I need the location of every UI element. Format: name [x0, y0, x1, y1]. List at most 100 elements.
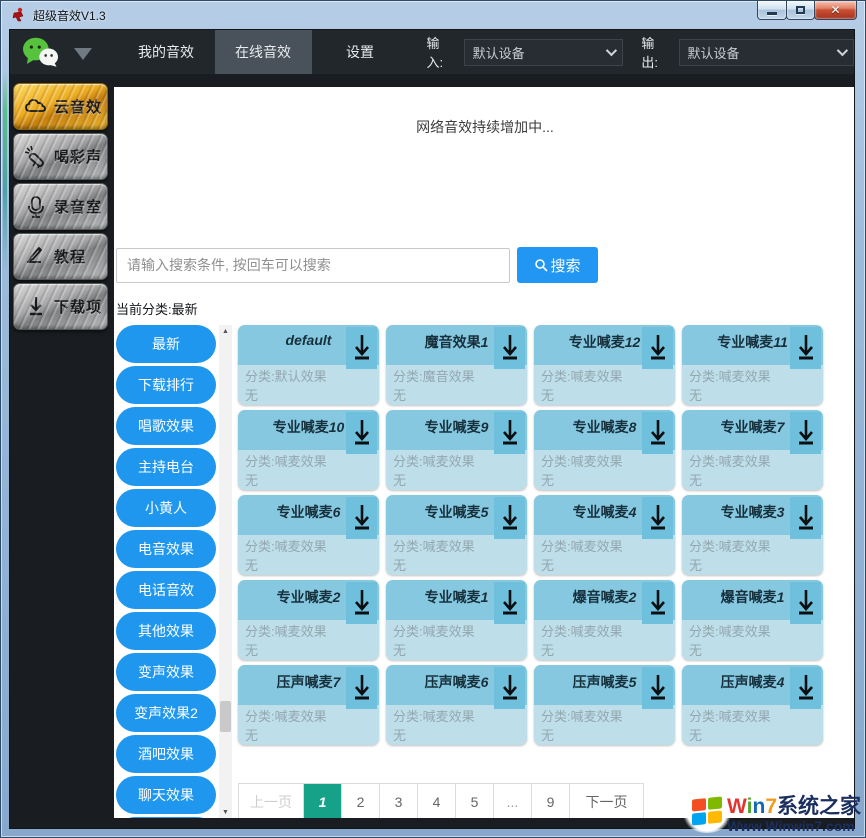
sound-card[interactable]: 魔音效果1分类:魔音效果无 [386, 325, 527, 405]
download-button[interactable] [642, 497, 673, 539]
scrollbar-thumb[interactable] [220, 701, 231, 732]
sidebar-button-1[interactable]: 喝彩声 [13, 133, 108, 180]
card-category: 分类:喊麦效果 [689, 707, 816, 726]
download-button[interactable] [790, 327, 821, 369]
chevron-down-icon [837, 45, 848, 56]
download-button[interactable] [494, 497, 525, 539]
maximize-button[interactable] [786, 1, 815, 20]
download-button[interactable] [346, 412, 377, 454]
sidebar-button-3[interactable]: 教程 [13, 233, 108, 280]
sound-card[interactable]: 压声喊麦4分类:喊麦效果无 [682, 665, 823, 745]
category-pill-6[interactable]: 电话音效 [116, 571, 216, 609]
download-button[interactable] [790, 412, 821, 454]
category-pill-partial[interactable] [116, 817, 216, 818]
category-scrollbar[interactable]: ▲ ▼ [219, 325, 232, 818]
pagination-page-4[interactable]: 4 [417, 784, 455, 818]
category-pill-1[interactable]: 下载排行 [116, 366, 216, 404]
category-pill-4[interactable]: 小黄人 [116, 489, 216, 527]
sound-card[interactable]: 专业喊麦9分类:喊麦效果无 [386, 410, 527, 490]
app-window: 超级音效V1.3 ✕ 我的音效在线音效设置 输入: [0, 0, 866, 838]
category-pill-0[interactable]: 最新 [116, 325, 216, 363]
download-button[interactable] [790, 497, 821, 539]
sidebar-button-4[interactable]: 下载项 [13, 283, 108, 330]
wechat-icon[interactable] [22, 36, 60, 68]
sound-card[interactable]: 专业喊麦8分类:喊麦效果无 [534, 410, 675, 490]
category-pill-5[interactable]: 电音效果 [116, 530, 216, 568]
download-icon [648, 333, 668, 363]
pagination-page-9[interactable]: 9 [531, 784, 569, 818]
pagination-page-1[interactable]: 1 [303, 784, 341, 818]
sidebar-button-label: 教程 [54, 246, 86, 267]
download-button[interactable] [790, 667, 821, 709]
download-button[interactable] [790, 582, 821, 624]
tab-1[interactable]: 在线音效 [215, 30, 312, 74]
sound-card[interactable]: 压声喊麦7分类:喊麦效果无 [238, 665, 379, 745]
pagination-page-5[interactable]: 5 [455, 784, 493, 818]
card-body: 分类:默认效果无 [238, 365, 379, 405]
sidebar-button-label: 喝彩声 [54, 146, 102, 167]
category-pill-7[interactable]: 其他效果 [116, 612, 216, 650]
scroll-up-icon[interactable]: ▲ [219, 325, 232, 337]
sound-card[interactable]: 专业喊麦4分类:喊麦效果无 [534, 495, 675, 575]
download-icon [352, 418, 372, 448]
category-pill-2[interactable]: 唱歌效果 [116, 407, 216, 445]
sound-card[interactable]: 压声喊麦6分类:喊麦效果无 [386, 665, 527, 745]
card-body: 分类:喊麦效果无 [386, 535, 527, 575]
download-icon [500, 418, 520, 448]
titlebar[interactable]: 超级音效V1.3 ✕ [1, 1, 865, 29]
pagination-next[interactable]: 下一页 [569, 784, 643, 818]
scroll-down-icon[interactable]: ▼ [219, 806, 232, 818]
sound-card[interactable]: 压声喊麦5分类:喊麦效果无 [534, 665, 675, 745]
sound-card[interactable]: 专业喊麦5分类:喊麦效果无 [386, 495, 527, 575]
download-button[interactable] [346, 582, 377, 624]
download-button[interactable] [642, 412, 673, 454]
sound-card[interactable]: 专业喊麦1分类:喊麦效果无 [386, 580, 527, 660]
tab-2[interactable]: 设置 [312, 30, 409, 74]
download-button[interactable] [494, 327, 525, 369]
card-extra: 无 [393, 556, 520, 575]
download-button[interactable] [642, 667, 673, 709]
download-button[interactable] [494, 582, 525, 624]
download-button[interactable] [346, 667, 377, 709]
sidebar-button-0[interactable]: 云音效 [13, 83, 108, 130]
sound-card[interactable]: 爆音喊麦1分类:喊麦效果无 [682, 580, 823, 660]
windows-flag-icon [681, 789, 733, 833]
pagination-page-3[interactable]: 3 [379, 784, 417, 818]
sound-card[interactable]: default分类:默认效果无 [238, 325, 379, 405]
chevron-down-icon[interactable] [74, 48, 92, 60]
sound-card[interactable]: 专业喊麦2分类:喊麦效果无 [238, 580, 379, 660]
download-button[interactable] [346, 327, 377, 369]
sound-card[interactable]: 专业喊麦10分类:喊麦效果无 [238, 410, 379, 490]
download-button[interactable] [642, 582, 673, 624]
card-extra: 无 [541, 386, 668, 405]
pagination-ellipsis[interactable]: ... [493, 784, 531, 818]
category-pill-11[interactable]: 聊天效果 [116, 776, 216, 814]
output-device-select[interactable]: 默认设备 [679, 39, 854, 66]
input-device-select[interactable]: 默认设备 [464, 39, 624, 66]
sound-card[interactable]: 专业喊麦6分类:喊麦效果无 [238, 495, 379, 575]
search-button[interactable]: 搜索 [517, 247, 598, 283]
sound-card[interactable]: 专业喊麦3分类:喊麦效果无 [682, 495, 823, 575]
category-pill-3[interactable]: 主持电台 [116, 448, 216, 486]
category-pill-10[interactable]: 酒吧效果 [116, 735, 216, 773]
card-extra: 无 [689, 471, 816, 490]
card-category: 分类:喊麦效果 [689, 452, 816, 471]
search-input[interactable] [116, 248, 510, 283]
tab-0[interactable]: 我的音效 [118, 30, 215, 74]
sidebar-button-2[interactable]: 录音室 [13, 183, 108, 230]
card-extra: 无 [689, 641, 816, 660]
download-button[interactable] [494, 667, 525, 709]
sound-card[interactable]: 专业喊麦12分类:喊麦效果无 [534, 325, 675, 405]
download-button[interactable] [494, 412, 525, 454]
pagination-prev[interactable]: 上一页 [239, 784, 303, 818]
category-pill-9[interactable]: 变声效果2 [116, 694, 216, 732]
sound-card[interactable]: 爆音喊麦2分类:喊麦效果无 [534, 580, 675, 660]
sound-card[interactable]: 专业喊麦7分类:喊麦效果无 [682, 410, 823, 490]
minimize-button[interactable] [757, 1, 787, 20]
pagination-page-2[interactable]: 2 [341, 784, 379, 818]
category-pill-8[interactable]: 变声效果 [116, 653, 216, 691]
sound-card[interactable]: 专业喊麦11分类:喊麦效果无 [682, 325, 823, 405]
close-button[interactable]: ✕ [814, 1, 857, 20]
download-button[interactable] [346, 497, 377, 539]
download-button[interactable] [642, 327, 673, 369]
